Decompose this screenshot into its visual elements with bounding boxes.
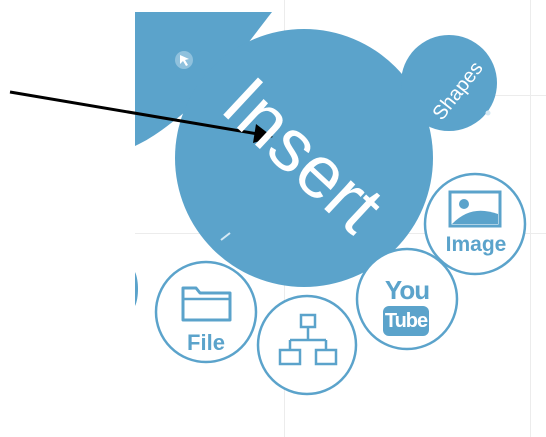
- diagram-button[interactable]: [256, 294, 358, 396]
- image-label: Image: [445, 233, 507, 256]
- shapes-dot: [485, 110, 491, 116]
- file-label: File: [187, 330, 225, 355]
- youtube-you-label: You: [384, 275, 430, 305]
- image-button[interactable]: [423, 172, 527, 276]
- cursor-icon[interactable]: [175, 51, 193, 69]
- youtube-tube-label: Tube: [384, 310, 428, 332]
- lower-left-fragment: [135, 272, 138, 306]
